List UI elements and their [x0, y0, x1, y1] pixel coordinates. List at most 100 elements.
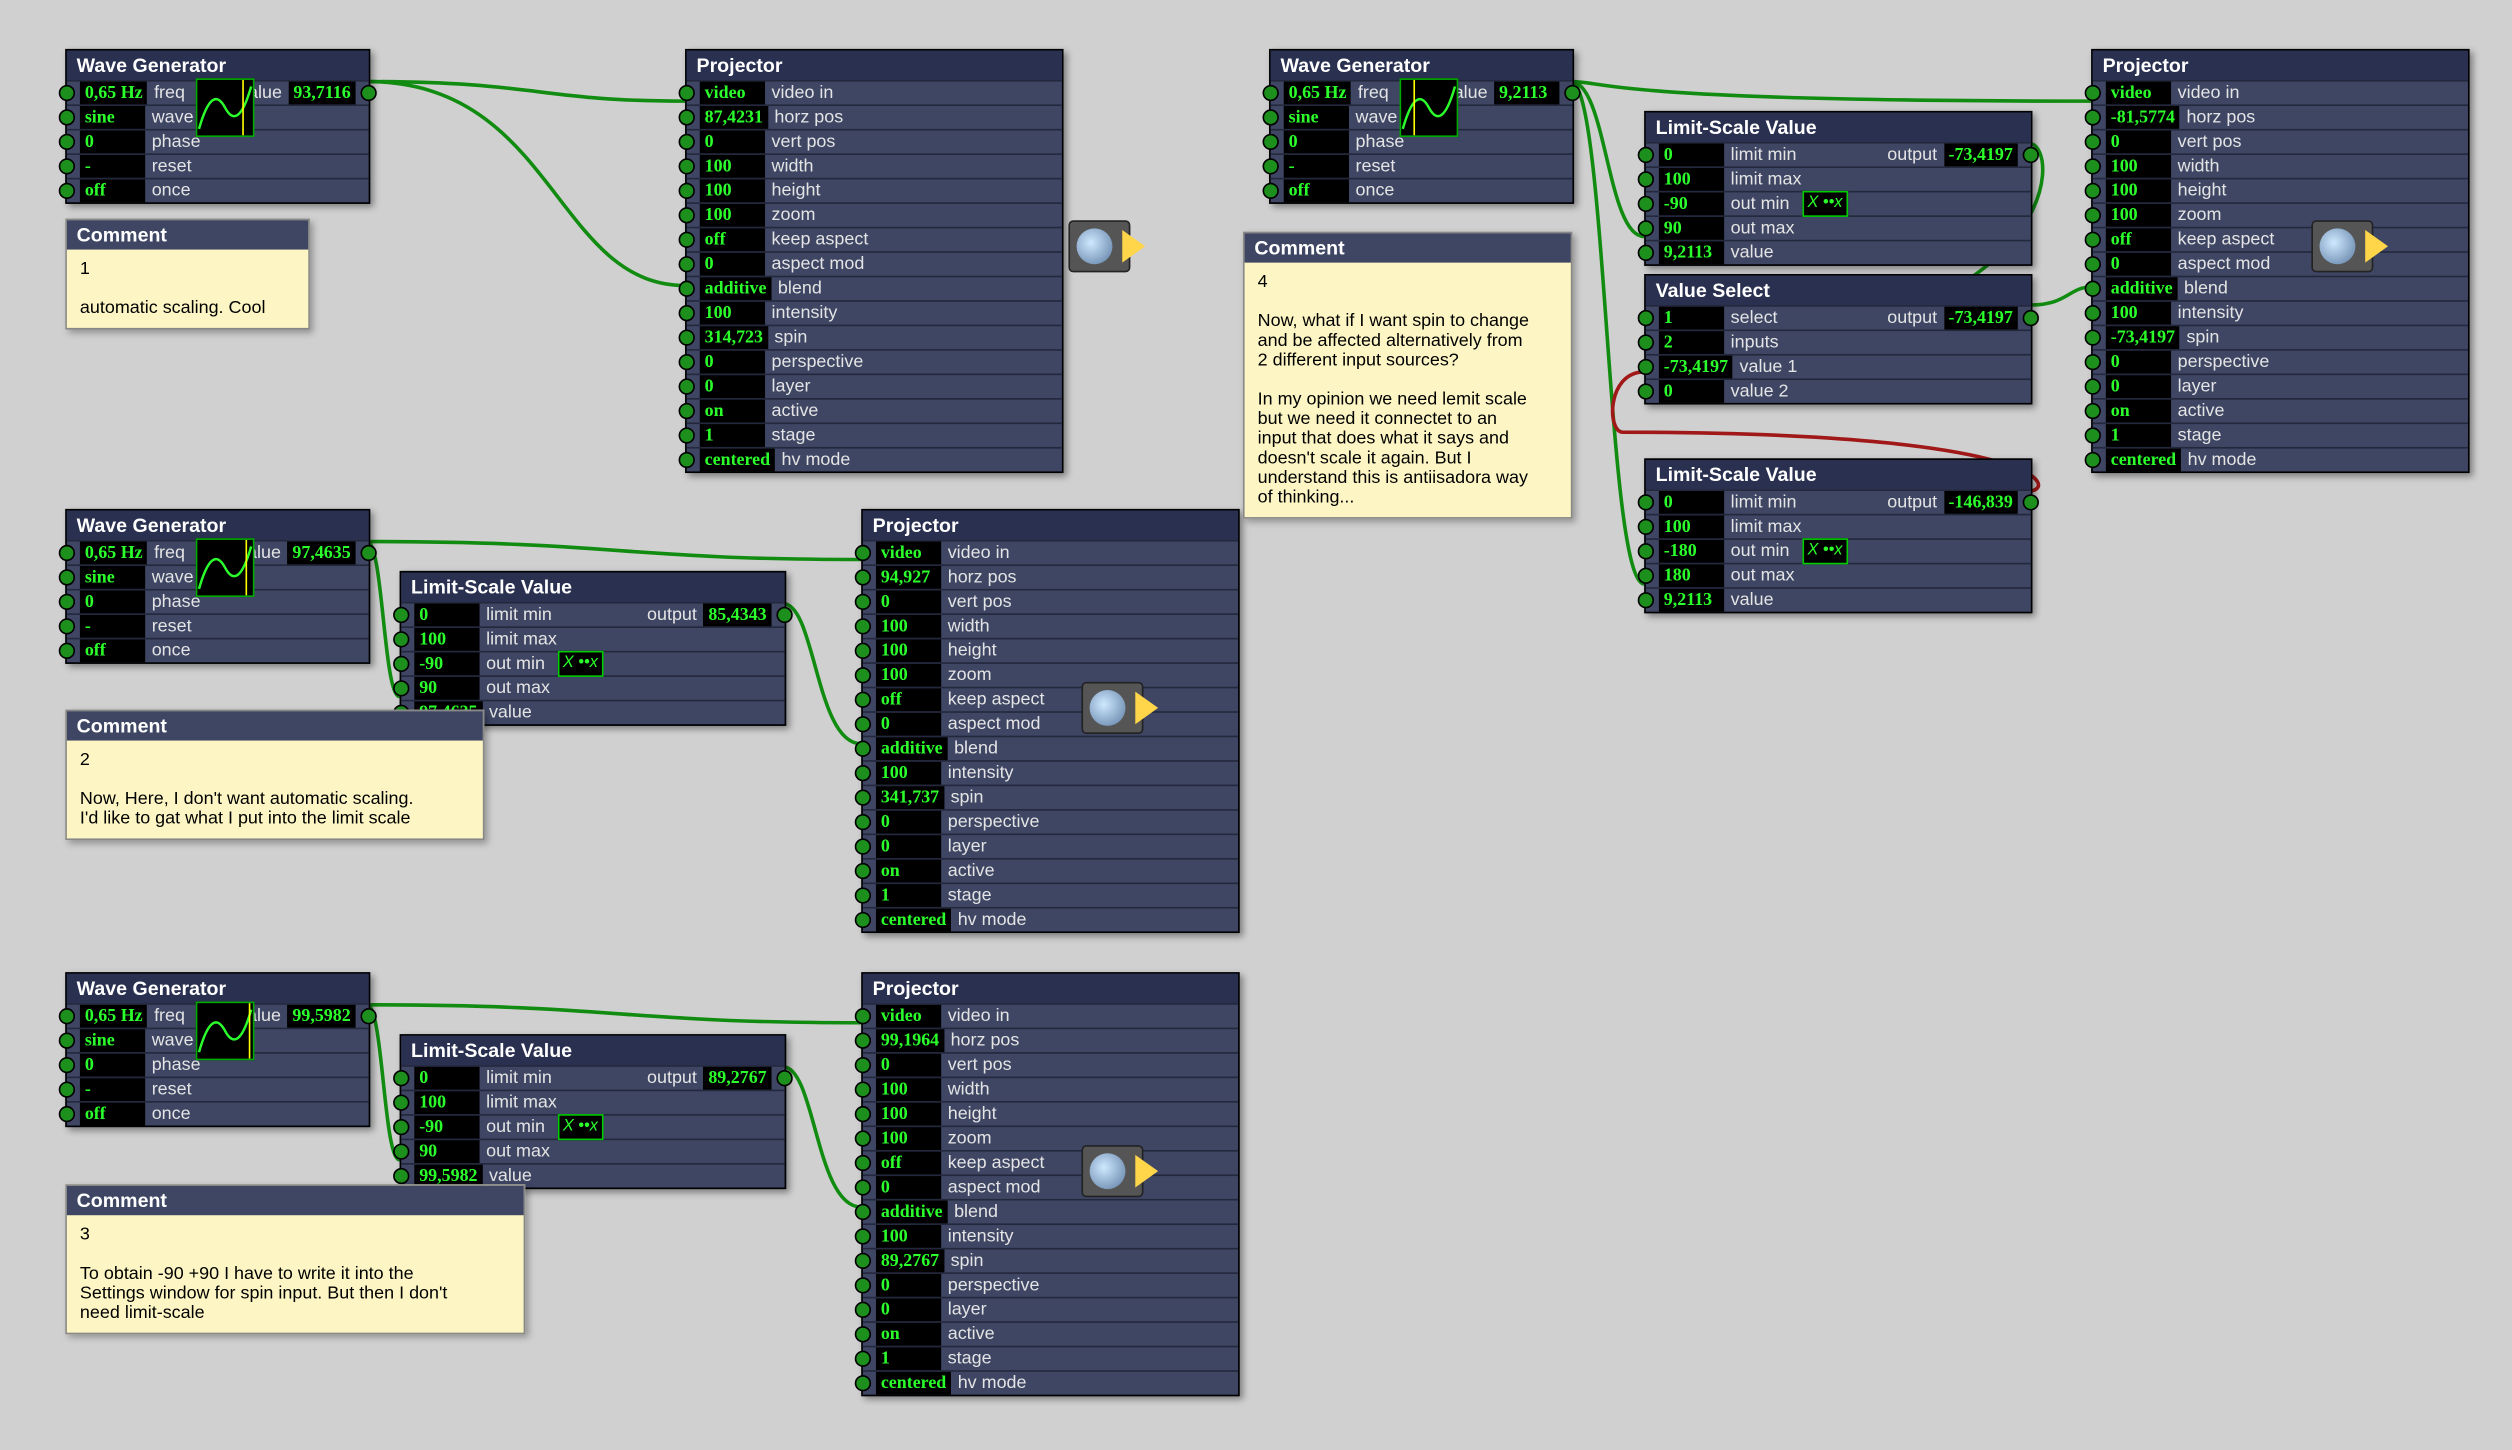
- node-title[interactable]: Projector: [863, 974, 1238, 1003]
- port-in[interactable]: [855, 643, 871, 659]
- comment-box[interactable]: Comment 4 Now, what if I want spin to ch…: [1243, 232, 1572, 519]
- port-in[interactable]: [855, 1351, 871, 1367]
- port-in[interactable]: [679, 305, 695, 321]
- spin-value[interactable]: -73,4197: [2106, 326, 2180, 349]
- zoom-value[interactable]: 100: [876, 664, 941, 687]
- horz-value[interactable]: -81,5774: [2106, 106, 2180, 129]
- horz-value[interactable]: 87,4231: [700, 106, 768, 129]
- port-in[interactable]: [855, 1179, 871, 1195]
- zoom-value[interactable]: 100: [700, 204, 765, 227]
- stage-value[interactable]: 1: [876, 1347, 941, 1370]
- layer-value[interactable]: 0: [876, 835, 941, 858]
- port-in[interactable]: [855, 1302, 871, 1318]
- node-title[interactable]: Limit-Scale Value: [401, 1036, 784, 1065]
- projector-node[interactable]: Projectorvideovideo in-81,5774horz pos0v…: [2091, 49, 2469, 473]
- width-value[interactable]: 100: [876, 615, 941, 638]
- comment-box[interactable]: Comment 1 automatic scaling. Cool: [65, 219, 310, 330]
- stage-value[interactable]: 1: [876, 884, 941, 907]
- port-in[interactable]: [855, 716, 871, 732]
- horz-value[interactable]: 99,1964: [876, 1029, 944, 1052]
- persp-value[interactable]: 0: [876, 811, 941, 834]
- port-in[interactable]: [679, 427, 695, 443]
- port-in[interactable]: [855, 1081, 871, 1097]
- layer-value[interactable]: 0: [700, 375, 765, 398]
- limit-scale-node[interactable]: Limit-Scale Value0limit minoutput-73,419…: [1644, 111, 2032, 266]
- port-in[interactable]: [2085, 232, 2101, 248]
- keep-value[interactable]: off: [700, 228, 765, 251]
- node-title[interactable]: Projector: [863, 511, 1238, 540]
- node-title[interactable]: Limit-Scale Value: [1646, 113, 2031, 142]
- once-value[interactable]: off: [80, 179, 145, 202]
- port-in[interactable]: [855, 887, 871, 903]
- height-value[interactable]: 100: [700, 179, 765, 202]
- vert-value[interactable]: 0: [876, 1054, 941, 1077]
- limit-scale-node[interactable]: Limit-Scale Value0limit minoutput-146,83…: [1644, 458, 2032, 613]
- stage-value[interactable]: 1: [700, 424, 765, 447]
- port-in[interactable]: [855, 1204, 871, 1220]
- port-in[interactable]: [855, 741, 871, 757]
- height-value[interactable]: 100: [876, 1103, 941, 1126]
- comment-text[interactable]: 1 automatic scaling. Cool: [67, 250, 308, 328]
- aspect-value[interactable]: 0: [2106, 253, 2171, 276]
- port-in[interactable]: [855, 789, 871, 805]
- active-value[interactable]: on: [876, 1323, 941, 1346]
- port-in[interactable]: [855, 863, 871, 879]
- vert-value[interactable]: 0: [876, 590, 941, 613]
- port-in[interactable]: [855, 814, 871, 830]
- port-in[interactable]: [679, 378, 695, 394]
- width-value[interactable]: 100: [700, 155, 765, 178]
- node-title[interactable]: Wave Generator: [67, 511, 369, 540]
- active-value[interactable]: on: [2106, 400, 2171, 423]
- height-value[interactable]: 100: [876, 639, 941, 662]
- port-in[interactable]: [679, 207, 695, 223]
- port-in[interactable]: [2085, 207, 2101, 223]
- wave-value[interactable]: sine: [80, 106, 145, 129]
- spin-value[interactable]: 89,2767: [876, 1249, 944, 1272]
- persp-value[interactable]: 0: [2106, 351, 2171, 374]
- blend-value[interactable]: additive: [876, 1201, 948, 1224]
- port-in[interactable]: [59, 134, 75, 150]
- port-in[interactable]: [59, 183, 75, 199]
- port-in[interactable]: [855, 545, 871, 561]
- port-in[interactable]: [855, 692, 871, 708]
- port-in[interactable]: [855, 1008, 871, 1024]
- port-out[interactable]: [360, 545, 376, 561]
- port-in[interactable]: [855, 1057, 871, 1073]
- node-title[interactable]: Limit-Scale Value: [401, 573, 784, 602]
- active-value[interactable]: on: [700, 400, 765, 423]
- port-in[interactable]: [679, 256, 695, 272]
- port-in[interactable]: [855, 1253, 871, 1269]
- limit-scale-node[interactable]: Limit-Scale Value0limit minoutput85,4343…: [400, 571, 787, 726]
- node-title[interactable]: Wave Generator: [67, 51, 369, 80]
- hv-value[interactable]: centered: [876, 1372, 951, 1395]
- port-in[interactable]: [855, 618, 871, 634]
- port-in[interactable]: [679, 85, 695, 101]
- port-in[interactable]: [855, 838, 871, 854]
- mutable-icon[interactable]: X ••x: [1803, 538, 1848, 564]
- keep-value[interactable]: off: [2106, 228, 2171, 251]
- persp-value[interactable]: 0: [700, 351, 765, 374]
- hv-value[interactable]: centered: [700, 449, 775, 472]
- port-in[interactable]: [2085, 85, 2101, 101]
- reset-value[interactable]: -: [80, 155, 145, 178]
- intensity-value[interactable]: 100: [700, 302, 765, 325]
- projector-node[interactable]: Projectorvideovideo in99,1964horz pos0ve…: [861, 972, 1239, 1396]
- video-value[interactable]: video: [876, 542, 941, 565]
- port-in[interactable]: [679, 134, 695, 150]
- port-in[interactable]: [59, 85, 75, 101]
- mutable-icon[interactable]: X ••x: [1803, 191, 1848, 217]
- port-in[interactable]: [2085, 109, 2101, 125]
- keep-value[interactable]: off: [876, 1152, 941, 1175]
- keep-value[interactable]: off: [876, 688, 941, 711]
- comment-title[interactable]: Comment: [67, 220, 308, 249]
- limit-scale-node[interactable]: Limit-Scale Value0limit minoutput89,2767…: [400, 1034, 787, 1189]
- height-value[interactable]: 100: [2106, 179, 2171, 202]
- video-value[interactable]: video: [876, 1005, 941, 1028]
- port-in[interactable]: [855, 594, 871, 610]
- comment-box[interactable]: Comment 3 To obtain -90 +90 I have to wr…: [65, 1184, 525, 1334]
- port-in[interactable]: [2085, 183, 2101, 199]
- port-in[interactable]: [679, 281, 695, 297]
- port-in[interactable]: [855, 1277, 871, 1293]
- blend-value[interactable]: additive: [876, 737, 948, 760]
- mutable-icon[interactable]: X ••x: [558, 651, 603, 677]
